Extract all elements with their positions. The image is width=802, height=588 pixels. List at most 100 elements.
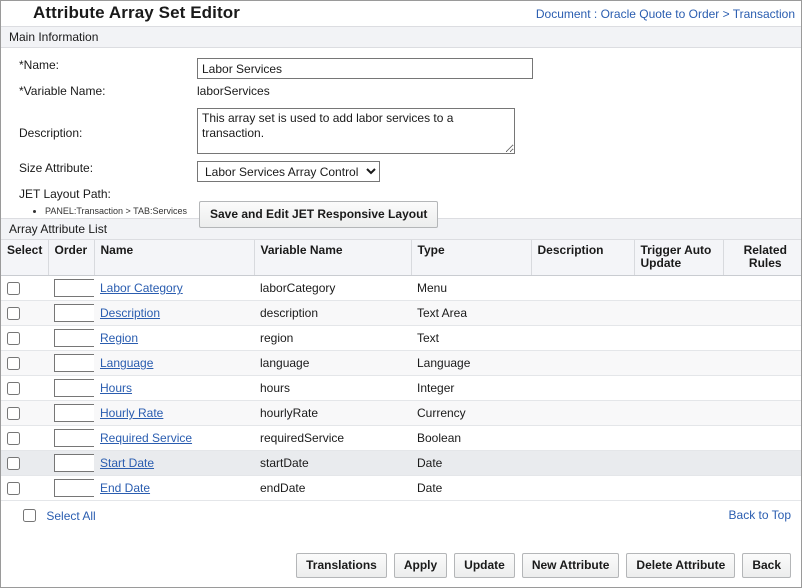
row-name-link[interactable]: Hours bbox=[100, 381, 132, 395]
row-order-cell[interactable] bbox=[48, 301, 94, 326]
row-name-cell[interactable]: Labor Category bbox=[94, 276, 254, 301]
row-order-cell[interactable] bbox=[48, 326, 94, 351]
row-order-cell[interactable] bbox=[48, 401, 94, 426]
apply-button[interactable]: Apply bbox=[394, 553, 447, 578]
row-name-cell[interactable]: Region bbox=[94, 326, 254, 351]
row-name-link[interactable]: End Date bbox=[100, 481, 150, 495]
row-trigger-auto-update-cell bbox=[634, 301, 723, 326]
row-select-cell[interactable] bbox=[1, 451, 48, 476]
table-row[interactable]: RegionregionText bbox=[1, 326, 801, 351]
table-row[interactable]: End DateendDateDate bbox=[1, 476, 801, 501]
row-description-cell bbox=[531, 301, 634, 326]
row-select-cell[interactable] bbox=[1, 326, 48, 351]
row-name-link[interactable]: Language bbox=[100, 356, 153, 370]
translations-button[interactable]: Translations bbox=[296, 553, 387, 578]
table-row[interactable]: LanguagelanguageLanguage bbox=[1, 351, 801, 376]
table-row[interactable]: Labor CategorylaborCategoryMenu bbox=[1, 276, 801, 301]
size-attribute-select[interactable]: Labor Services Array Control bbox=[197, 161, 380, 182]
row-order-input[interactable] bbox=[54, 379, 94, 397]
row-select-checkbox[interactable] bbox=[7, 482, 20, 495]
row-select-checkbox[interactable] bbox=[7, 307, 20, 320]
row-name-link[interactable]: Hourly Rate bbox=[100, 406, 163, 420]
row-type-cell: Text bbox=[411, 326, 531, 351]
row-order-input[interactable] bbox=[54, 304, 94, 322]
row-order-cell[interactable] bbox=[48, 451, 94, 476]
row-select-cell[interactable] bbox=[1, 426, 48, 451]
row-select-cell[interactable] bbox=[1, 276, 48, 301]
row-order-input[interactable] bbox=[54, 404, 94, 422]
select-all-label[interactable]: Select All bbox=[46, 509, 95, 523]
row-variable-name-cell: hours bbox=[254, 376, 411, 401]
row-name-cell[interactable]: Hourly Rate bbox=[94, 401, 254, 426]
column-header-select: Select bbox=[1, 240, 48, 276]
row-order-input[interactable] bbox=[54, 329, 94, 347]
table-row[interactable]: Start DatestartDateDate bbox=[1, 451, 801, 476]
new-attribute-button[interactable]: New Attribute bbox=[522, 553, 620, 578]
row-select-cell[interactable] bbox=[1, 301, 48, 326]
row-order-input[interactable] bbox=[54, 354, 94, 372]
row-order-cell[interactable] bbox=[48, 351, 94, 376]
row-trigger-auto-update-cell bbox=[634, 401, 723, 426]
row-order-cell[interactable] bbox=[48, 426, 94, 451]
select-all-checkbox[interactable] bbox=[23, 509, 36, 522]
row-name-cell[interactable]: Hours bbox=[94, 376, 254, 401]
back-to-top-link[interactable]: Back to Top bbox=[729, 508, 791, 522]
row-select-cell[interactable] bbox=[1, 376, 48, 401]
row-order-cell[interactable] bbox=[48, 476, 94, 501]
row-name-cell[interactable]: End Date bbox=[94, 476, 254, 501]
name-field-wrap bbox=[197, 58, 533, 79]
row-select-checkbox[interactable] bbox=[7, 282, 20, 295]
row-select-checkbox[interactable] bbox=[7, 457, 20, 470]
table-row[interactable]: Required ServicerequiredServiceBoolean bbox=[1, 426, 801, 451]
row-select-cell[interactable] bbox=[1, 476, 48, 501]
jet-layout-path-item: PANEL:Transaction > TAB:Services bbox=[45, 206, 187, 217]
row-select-checkbox[interactable] bbox=[7, 332, 20, 345]
description-textarea[interactable] bbox=[197, 108, 515, 154]
jet-layout-path-list: PANEL:Transaction > TAB:Services bbox=[31, 206, 187, 217]
table-row[interactable]: DescriptiondescriptionText Area bbox=[1, 301, 801, 326]
row-order-input[interactable] bbox=[54, 454, 94, 472]
select-all-control[interactable]: Select All bbox=[23, 508, 96, 523]
row-order-cell[interactable] bbox=[48, 276, 94, 301]
row-select-checkbox[interactable] bbox=[7, 407, 20, 420]
row-select-cell[interactable] bbox=[1, 351, 48, 376]
row-trigger-auto-update-cell bbox=[634, 276, 723, 301]
variable-name-label: *Variable Name: bbox=[19, 84, 105, 98]
row-select-cell[interactable] bbox=[1, 401, 48, 426]
row-trigger-auto-update-cell bbox=[634, 326, 723, 351]
row-trigger-auto-update-cell bbox=[634, 376, 723, 401]
row-variable-name-cell: startDate bbox=[254, 451, 411, 476]
column-header-trigger-auto-update: Trigger Auto Update bbox=[634, 240, 723, 276]
row-name-cell[interactable]: Description bbox=[94, 301, 254, 326]
row-select-checkbox[interactable] bbox=[7, 382, 20, 395]
column-header-variable-name: Variable Name bbox=[254, 240, 411, 276]
row-name-link[interactable]: Description bbox=[100, 306, 160, 320]
row-order-input[interactable] bbox=[54, 479, 94, 497]
row-name-cell[interactable]: Language bbox=[94, 351, 254, 376]
row-name-link[interactable]: Start Date bbox=[100, 456, 154, 470]
row-order-input[interactable] bbox=[54, 279, 94, 297]
back-button[interactable]: Back bbox=[742, 553, 791, 578]
row-type-cell: Currency bbox=[411, 401, 531, 426]
row-select-checkbox[interactable] bbox=[7, 357, 20, 370]
row-type-cell: Boolean bbox=[411, 426, 531, 451]
save-and-edit-jet-layout-button[interactable]: Save and Edit JET Responsive Layout bbox=[199, 201, 438, 228]
row-type-cell: Date bbox=[411, 476, 531, 501]
description-label: Description: bbox=[19, 126, 82, 140]
delete-attribute-button[interactable]: Delete Attribute bbox=[626, 553, 735, 578]
row-name-link[interactable]: Required Service bbox=[100, 431, 192, 445]
column-header-order: Order bbox=[48, 240, 94, 276]
row-order-cell[interactable] bbox=[48, 376, 94, 401]
table-row[interactable]: HourshoursInteger bbox=[1, 376, 801, 401]
name-input[interactable] bbox=[197, 58, 533, 79]
row-order-input[interactable] bbox=[54, 429, 94, 447]
row-name-cell[interactable]: Required Service bbox=[94, 426, 254, 451]
update-button[interactable]: Update bbox=[454, 553, 515, 578]
row-name-cell[interactable]: Start Date bbox=[94, 451, 254, 476]
row-related-rules-cell bbox=[723, 476, 801, 501]
row-name-link[interactable]: Region bbox=[100, 331, 138, 345]
table-row[interactable]: Hourly RatehourlyRateCurrency bbox=[1, 401, 801, 426]
breadcrumb-link[interactable]: Document : Oracle Quote to Order > Trans… bbox=[536, 7, 795, 21]
row-select-checkbox[interactable] bbox=[7, 432, 20, 445]
row-name-link[interactable]: Labor Category bbox=[100, 281, 183, 295]
